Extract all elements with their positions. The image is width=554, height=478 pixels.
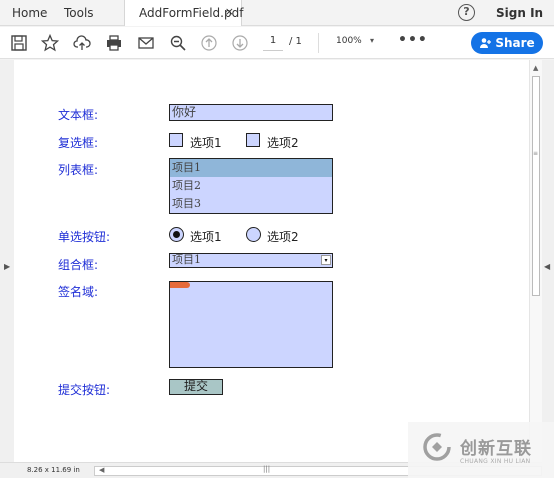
submit-label: 提交按钮: bbox=[58, 383, 111, 397]
help-icon[interactable]: ? bbox=[458, 4, 475, 21]
submit-button[interactable]: 提交 bbox=[169, 379, 223, 395]
watermark-brand: 创新互联 bbox=[460, 439, 532, 459]
listbox-label: 列表框: bbox=[58, 163, 99, 177]
radio-label: 单选按钮: bbox=[58, 230, 111, 244]
radio-option-1[interactable] bbox=[169, 227, 184, 242]
zoom-select[interactable]: 100% bbox=[336, 36, 362, 46]
right-panel-toggle[interactable]: ◀ bbox=[542, 60, 554, 478]
watermark-subtitle: CHUANG XIN HU LIAN bbox=[460, 458, 531, 465]
menu-tools[interactable]: Tools bbox=[64, 6, 94, 20]
scroll-left-icon[interactable]: ◀ bbox=[99, 466, 104, 474]
toolbar-divider bbox=[318, 33, 319, 53]
email-icon[interactable] bbox=[136, 33, 156, 53]
combo-value: 项目1 bbox=[172, 253, 201, 266]
radio-option-1-label: 选项1 bbox=[190, 230, 222, 244]
checkbox-option-1-label: 选项1 bbox=[190, 136, 222, 150]
toolbar: 1 / 1 100% ▾ ••• Share bbox=[0, 27, 554, 59]
brand-logo-icon bbox=[423, 433, 451, 461]
checkbox-option-2-label: 选项2 bbox=[267, 136, 299, 150]
list-item[interactable]: 项目2 bbox=[170, 177, 332, 195]
signature-field[interactable] bbox=[169, 281, 333, 368]
scroll-up-icon[interactable]: ▲ bbox=[533, 64, 538, 72]
more-tools-icon[interactable]: ••• bbox=[398, 32, 428, 48]
radio-option-2[interactable] bbox=[246, 227, 261, 242]
text-field-label: 文本框: bbox=[58, 108, 99, 122]
add-person-icon bbox=[480, 38, 492, 48]
page-total: / 1 bbox=[289, 36, 302, 47]
combo-label: 组合框: bbox=[58, 258, 99, 272]
vertical-scrollbar[interactable]: ▲ ≡ bbox=[529, 60, 542, 462]
previous-page-icon[interactable] bbox=[199, 33, 219, 53]
checkbox-option-2[interactable] bbox=[246, 133, 260, 147]
signature-flag-icon bbox=[170, 282, 190, 288]
next-page-icon[interactable] bbox=[230, 33, 250, 53]
chevron-down-icon[interactable]: ▾ bbox=[321, 255, 331, 265]
expand-left-icon: ▶ bbox=[4, 262, 11, 271]
document-page: 文本框: 你好 复选框: 选项1 选项2 列表框: 项目1 项目2 项目3 单选… bbox=[14, 60, 529, 462]
listbox[interactable]: 项目1 项目2 项目3 bbox=[169, 158, 333, 214]
share-button[interactable]: Share bbox=[471, 32, 543, 54]
menu-home[interactable]: Home bbox=[12, 6, 47, 20]
zoom-caret-icon[interactable]: ▾ bbox=[370, 36, 374, 45]
signature-label: 签名域: bbox=[58, 285, 99, 299]
combo-box[interactable]: 项目1 ▾ bbox=[169, 253, 333, 268]
sign-in-link[interactable]: Sign In bbox=[496, 6, 543, 20]
left-panel-toggle[interactable]: ▶ bbox=[0, 60, 14, 462]
scroll-grip-icon: ||| bbox=[263, 465, 271, 473]
page-size: 8.26 x 11.69 in bbox=[27, 466, 80, 474]
print-icon[interactable] bbox=[104, 33, 124, 53]
page-number-input[interactable]: 1 bbox=[263, 35, 283, 51]
scroll-thumb[interactable] bbox=[532, 76, 540, 296]
checkbox-label: 复选框: bbox=[58, 136, 99, 150]
text-field[interactable]: 你好 bbox=[169, 104, 333, 121]
list-item[interactable]: 项目3 bbox=[170, 195, 332, 213]
document-tab[interactable]: AddFormField.pdf × bbox=[124, 0, 243, 26]
cloud-upload-icon[interactable] bbox=[72, 33, 92, 53]
zoom-out-icon[interactable] bbox=[168, 33, 188, 53]
checkbox-option-1[interactable] bbox=[169, 133, 183, 147]
share-label: Share bbox=[495, 36, 535, 50]
list-item[interactable]: 项目1 bbox=[170, 159, 332, 177]
save-icon[interactable] bbox=[9, 33, 29, 53]
scroll-grip-icon: ≡ bbox=[533, 150, 539, 157]
expand-right-icon: ◀ bbox=[544, 262, 551, 271]
watermark: 创新互联 CHUANG XIN HU LIAN bbox=[408, 422, 554, 478]
tab-close-icon[interactable]: × bbox=[225, 5, 234, 18]
menu-bar: Home Tools AddFormField.pdf × ? Sign In bbox=[0, 0, 554, 26]
bookmark-star-icon[interactable] bbox=[40, 33, 60, 53]
radio-option-2-label: 选项2 bbox=[267, 230, 299, 244]
